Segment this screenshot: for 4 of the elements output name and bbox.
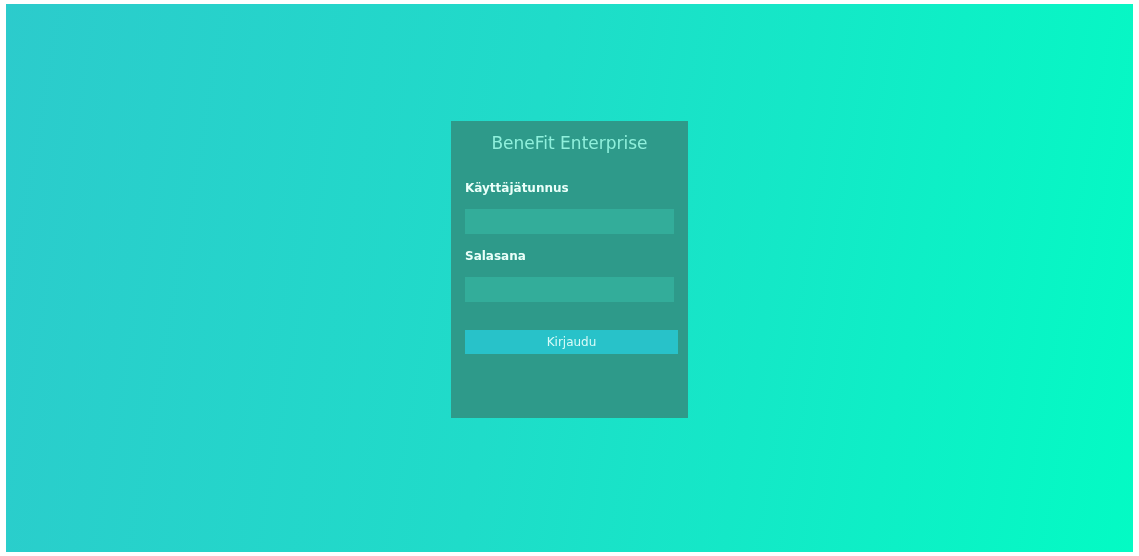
login-button[interactable]: Kirjaudu <box>465 330 678 354</box>
field-label: Käyttäjätunnus <box>465 181 569 195</box>
app-title: BeneFit Enterprise <box>491 133 649 153</box>
field-label: Salasana <box>465 249 526 263</box>
